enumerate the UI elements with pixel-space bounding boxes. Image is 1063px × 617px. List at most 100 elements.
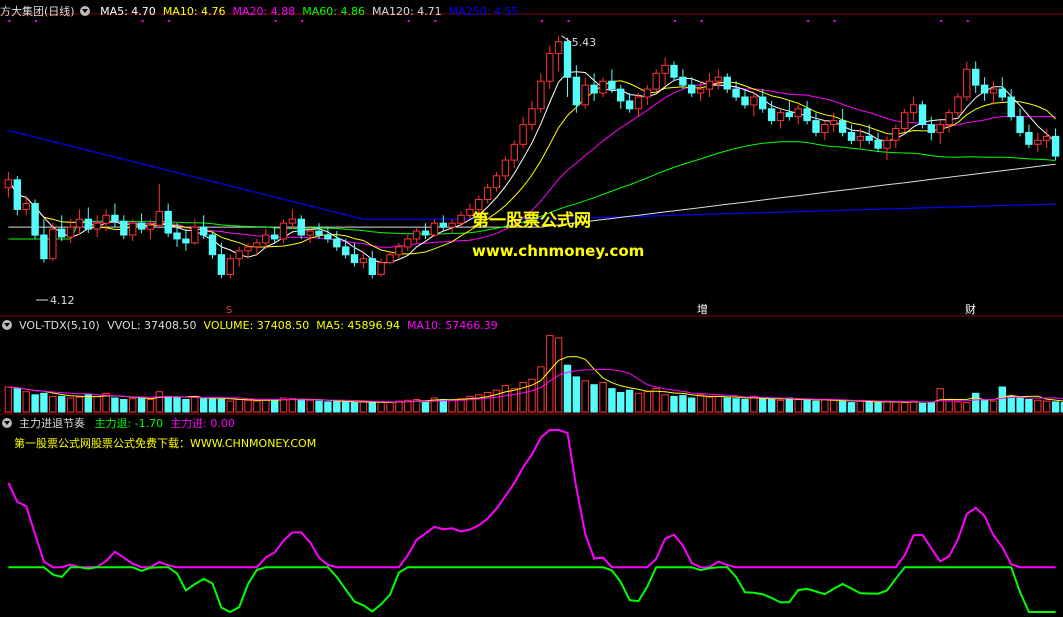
signal-dot bbox=[8, 20, 11, 22]
candle-body bbox=[244, 246, 252, 252]
candle-body bbox=[1034, 139, 1042, 145]
event-marker-s: S bbox=[226, 305, 232, 316]
volume-bar bbox=[892, 401, 900, 413]
volume-legend-item-1: VOLUME: 37408.50 bbox=[203, 319, 310, 332]
candle-body bbox=[182, 238, 190, 244]
volume-bar bbox=[1051, 401, 1060, 413]
candle-body bbox=[1051, 135, 1060, 157]
candle-body bbox=[723, 76, 731, 90]
candle-body bbox=[66, 226, 75, 238]
candle-body bbox=[457, 214, 465, 224]
candle-body bbox=[546, 53, 554, 82]
volume-bar bbox=[217, 399, 226, 413]
volume-bar bbox=[324, 401, 332, 413]
candle-body bbox=[830, 120, 838, 125]
candle-body bbox=[865, 135, 873, 141]
candle-body bbox=[838, 120, 847, 133]
signal-dot bbox=[434, 20, 437, 22]
volume-bar bbox=[395, 400, 403, 413]
candle-body bbox=[483, 187, 492, 200]
volume-bar bbox=[22, 391, 30, 413]
volume-legend-item-2: MA5: 45896.94 bbox=[316, 319, 400, 332]
candle-body bbox=[404, 238, 412, 248]
volume-bar bbox=[164, 395, 172, 413]
main-panel-header: 方大集团(日线) MA5: 4.70 MA10: 4.76 MA20: 4.88 MA… bbox=[0, 5, 532, 19]
volume-bar bbox=[111, 397, 119, 413]
candle-body bbox=[918, 104, 927, 126]
signal-dot bbox=[301, 20, 304, 22]
volume-bar bbox=[794, 399, 802, 413]
volume-bar bbox=[421, 400, 430, 413]
candle-body bbox=[4, 179, 13, 189]
candle-body bbox=[395, 246, 403, 256]
volume-bar bbox=[741, 399, 749, 413]
volume-bar bbox=[670, 395, 678, 413]
volume-bar bbox=[812, 400, 820, 413]
candle-body bbox=[519, 124, 527, 145]
candle-body bbox=[253, 242, 261, 248]
volume-bar bbox=[350, 402, 359, 413]
volume-bar bbox=[998, 386, 1006, 413]
volume-bar bbox=[66, 397, 75, 413]
candle-body bbox=[670, 64, 678, 78]
volume-bar bbox=[865, 401, 873, 413]
volume-bar bbox=[785, 397, 793, 413]
volume-bar bbox=[235, 399, 243, 413]
candle-body bbox=[1043, 135, 1051, 141]
signal-dot bbox=[168, 20, 171, 22]
candle-body bbox=[714, 76, 723, 82]
volume-bar bbox=[643, 391, 652, 413]
candle-body bbox=[1007, 96, 1015, 118]
volume-bar bbox=[546, 335, 554, 413]
candle-body bbox=[510, 143, 519, 161]
candle-body bbox=[235, 250, 243, 260]
volume-bar bbox=[608, 388, 616, 413]
candle-body bbox=[324, 234, 332, 240]
candle-body bbox=[262, 234, 270, 244]
candle-body bbox=[49, 228, 57, 260]
volume-bar bbox=[173, 397, 181, 413]
indicator-legend: 主力退: -1.70 主力进: 0.00 bbox=[95, 417, 242, 430]
volume-bar bbox=[483, 392, 492, 413]
candle-body bbox=[412, 230, 421, 240]
candle-body bbox=[537, 80, 545, 110]
volume-bar bbox=[847, 402, 856, 413]
candle-body bbox=[608, 80, 616, 90]
candle-body bbox=[750, 96, 758, 106]
candle-body bbox=[306, 230, 314, 236]
candle-body bbox=[625, 100, 634, 110]
candle-body bbox=[226, 258, 235, 276]
volume-bar bbox=[200, 398, 208, 413]
candle-body bbox=[945, 112, 953, 125]
volume-indicator-name: VOL-TDX(5,10) bbox=[19, 319, 100, 332]
candle-body bbox=[129, 222, 137, 236]
candle-body bbox=[75, 218, 84, 228]
candle-body bbox=[581, 84, 589, 106]
panel-menu-icon[interactable] bbox=[2, 418, 12, 428]
candle-body bbox=[40, 234, 48, 260]
high-pointer bbox=[561, 35, 571, 43]
volume-bar bbox=[989, 400, 998, 413]
ma-legend-item-3: MA60: 4.86 bbox=[302, 5, 365, 18]
signal-dot bbox=[407, 20, 410, 22]
candle-body bbox=[22, 203, 30, 210]
volume-bar bbox=[84, 394, 92, 413]
volume-bar bbox=[874, 402, 882, 413]
candle-body bbox=[856, 135, 864, 141]
panel-menu-icon[interactable] bbox=[2, 320, 12, 330]
volume-bar bbox=[58, 395, 66, 413]
candle-body bbox=[368, 258, 377, 276]
watermark-url: www.chnmoney.com bbox=[472, 242, 645, 260]
panel-menu-icon[interactable] bbox=[79, 6, 90, 16]
candle-body bbox=[350, 254, 359, 264]
signal-dot bbox=[940, 20, 943, 22]
ma-legend: MA5: 4.70 MA10: 4.76 MA20: 4.88 MA60: 4.86 M… bbox=[100, 5, 525, 18]
volume-bar bbox=[253, 400, 261, 413]
volume-bar bbox=[909, 400, 918, 413]
candle-body bbox=[279, 222, 288, 240]
volume-bar bbox=[262, 399, 270, 413]
volume-bar bbox=[696, 394, 705, 413]
candle-body bbox=[794, 108, 802, 118]
volume-bar bbox=[723, 397, 731, 413]
signal-dot bbox=[673, 20, 676, 22]
